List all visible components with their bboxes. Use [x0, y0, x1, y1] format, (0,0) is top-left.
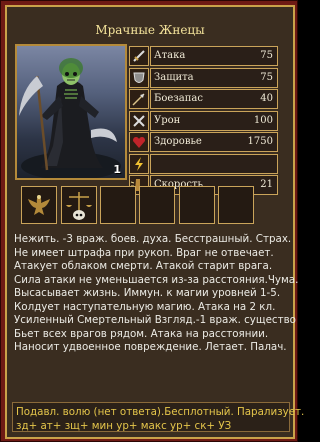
stat-label: Здоровье [154, 136, 202, 147]
stat-row-health: Здоровье 1750 [129, 132, 281, 152]
creature-portrait: 1 [15, 44, 127, 180]
stat-field-attack: Атака 75 [150, 46, 278, 66]
ability-slot-empty [218, 186, 254, 224]
stat-value: 75 [260, 50, 273, 61]
ability-slot-empty [179, 186, 215, 224]
skull-scales-icon[interactable] [61, 186, 97, 224]
eagle-icon[interactable] [21, 186, 57, 224]
description-line: Усиленный Смертельный Взгляд.-1 враж. су… [14, 314, 296, 326]
stat-row-ammo: Боезапас 40 [129, 89, 281, 109]
grim-reaper-figure [19, 58, 121, 178]
spell-icon [129, 153, 149, 174]
stats-panel: Атака 75 Защита 75 Боезапас 40 Урон 100 … [129, 46, 281, 197]
window-title: Мрачные Жнецы [95, 23, 205, 37]
description-line: Высасывает жизнь. Иммун. к магии уровней… [14, 287, 281, 299]
description-line: Колдует наступательную магию. Атака на 2… [14, 300, 276, 313]
stat-field-ammo: Боезапас 40 [150, 89, 278, 109]
upgrade-footer: Подавл. волю (нет ответа).Бесплотный. Па… [12, 402, 305, 432]
sword-icon [129, 46, 149, 66]
creature-count: 1 [113, 163, 121, 176]
stat-label: Боезапас [154, 93, 203, 104]
stat-label: Защита [154, 71, 194, 83]
description-line: Не имеет штрафа при рукоп. Враг не отвеч… [14, 246, 274, 259]
stat-field-health: Здоровье 1750 [150, 132, 278, 152]
description-line: Нежить. -3 враж. боев. духа. Бесстрашный… [14, 233, 292, 245]
description-line: Атакует облаком смерти. Атакой старит вр… [14, 260, 273, 272]
stat-value: 21 [260, 179, 273, 190]
damage-icon [129, 110, 149, 131]
description-line: Бьет всех врагов рядом. Атака на расстоя… [14, 327, 269, 340]
stat-label: Урон [154, 114, 181, 126]
stat-value: 1750 [247, 136, 273, 147]
ability-slot-empty [139, 186, 175, 224]
stat-row-attack: Атака 75 [129, 46, 281, 66]
unit-info-window: Мрачные Жнецы 1 Атака 75 Защита 75 Боеза… [0, 0, 305, 442]
shield-icon [129, 67, 149, 88]
arrow-icon [129, 89, 149, 109]
stat-row-spell [129, 153, 281, 174]
stat-field-defense: Защита 75 [150, 67, 278, 88]
description-line: Сила атаки не уменьшается из-за расстоян… [14, 273, 299, 286]
stat-value: 100 [253, 114, 273, 126]
stat-field-spell [150, 153, 278, 174]
stat-row-defense: Защита 75 [129, 67, 281, 88]
stat-value: 75 [260, 71, 273, 83]
heart-icon [129, 132, 149, 152]
ability-slot-empty [100, 186, 136, 224]
footer-line: Подавл. волю (нет ответа).Бесплотный. Па… [16, 406, 305, 418]
creature-description: Нежить. -3 враж. боев. духа. Бесстрашный… [14, 233, 299, 355]
stat-value: 40 [260, 93, 273, 104]
footer-line: зд+ ат+ зщ+ мин ур+ макс ур+ ск+ УЗ [16, 419, 232, 432]
stat-field-damage: Урон 100 [150, 110, 278, 131]
stat-row-damage: Урон 100 [129, 110, 281, 131]
description-line: Наносит удвоенное повреждение. Летает. П… [14, 341, 287, 353]
stat-label: Атака [154, 50, 186, 61]
